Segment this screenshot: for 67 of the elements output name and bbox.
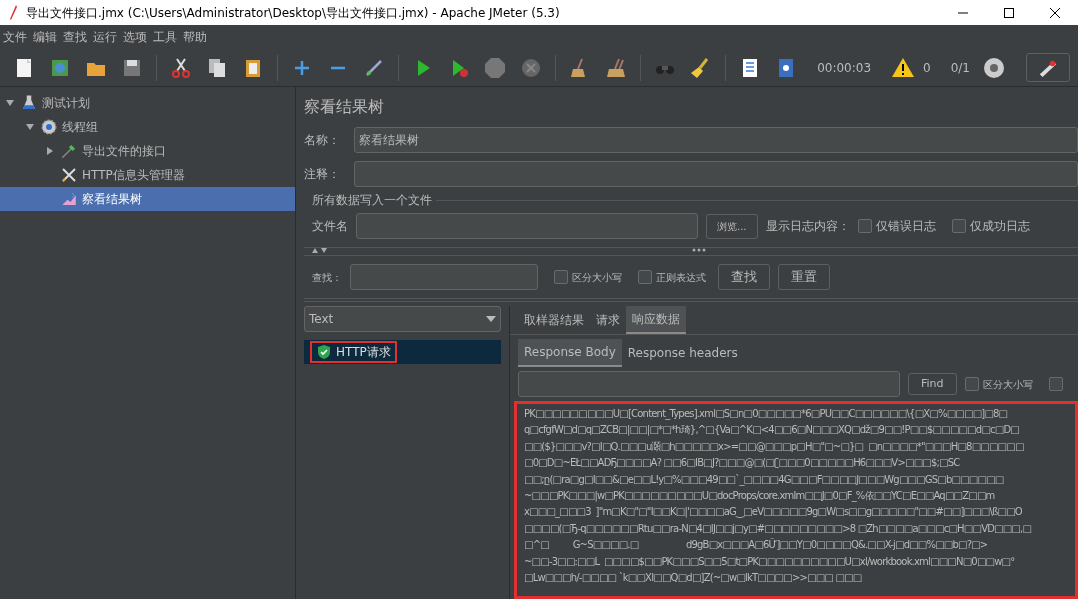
search-field[interactable] [350, 264, 538, 290]
close-icon [1050, 7, 1060, 18]
tree-item[interactable]: 测试计划 [42, 94, 90, 112]
expand-arrow-icon[interactable] [47, 147, 53, 155]
menu-item[interactable]: 编辑 [30, 28, 60, 46]
checkbox[interactable] [951, 219, 966, 233]
name-label: 名称： [304, 132, 341, 149]
menu-item[interactable]: 文件 [0, 28, 30, 46]
log-viewer-button[interactable] [1026, 53, 1070, 82]
elapsed-time: 00:00:03 [817, 59, 872, 77]
filename-label: 文件名 [312, 218, 348, 235]
renderer-dropdown[interactable]: Text [304, 306, 501, 332]
split-handle-icon[interactable] [692, 248, 706, 252]
menu-item[interactable]: 工具 [150, 28, 180, 46]
pipette-icon [60, 142, 78, 160]
checkbox-label: 正则表达式 [656, 270, 706, 285]
search-label: 查找： [312, 270, 342, 285]
name-field[interactable]: 察看结果树 [354, 127, 1078, 153]
caret-icon [486, 316, 496, 322]
menu-item[interactable]: 查找 [60, 28, 90, 46]
checkbox-label: 仅成功日志 [969, 218, 1030, 235]
checkbox-label: 区分大小写 [982, 377, 1033, 392]
menu-item[interactable]: 选项 [120, 28, 150, 46]
tree-item[interactable]: 线程组 [62, 118, 98, 136]
menu-item[interactable]: 运行 [90, 28, 120, 46]
maximize-icon [1004, 7, 1014, 18]
checkbox-label: 区分大小写 [572, 270, 622, 285]
feather-app-icon [8, 4, 18, 21]
tab[interactable]: 响应数据 [626, 306, 686, 334]
warning-count: 0 [923, 59, 931, 77]
checkbox[interactable] [964, 377, 979, 391]
reset-button[interactable]: 重置 [778, 264, 830, 290]
collapse-arrows-icon[interactable] [312, 248, 328, 253]
comment-field[interactable] [354, 161, 1078, 187]
gear-icon [40, 118, 58, 136]
tab[interactable]: 请求 [590, 306, 626, 334]
check-shield-icon [316, 344, 332, 360]
chart-icon [60, 190, 78, 208]
thread-count: 0/1 [950, 59, 970, 77]
panel-title: 察看结果树 [304, 96, 385, 118]
window-title: 导出文件接口.jmx (C:\Users\Administrator\Desktop\导出文件接口.jmx) - Apache JMeter (5.3) [26, 4, 561, 22]
find-button[interactable]: 查找 [718, 264, 770, 290]
collapse-arrow-icon[interactable] [6, 100, 14, 106]
tab[interactable]: 取样器结果 [518, 306, 590, 334]
checkbox[interactable] [554, 270, 568, 284]
checkbox-label: 仅错误日志 [875, 218, 936, 235]
tree-item[interactable]: 导出文件的接口 [82, 142, 166, 160]
checkbox[interactable] [857, 219, 872, 233]
tab[interactable]: Response headers [621, 339, 744, 367]
log-content-label: 显示日志内容： [765, 218, 850, 235]
collapse-arrow-icon[interactable] [26, 124, 34, 130]
find-button[interactable]: Find [908, 372, 957, 396]
browse-button[interactable]: 浏览... [706, 213, 758, 239]
comment-label: 注释： [304, 166, 341, 183]
checkbox[interactable] [1048, 377, 1063, 391]
stop-icon[interactable] [483, 55, 507, 80]
response-body-text: PK□□□□□□□□□U□[Content_Types].xml□S□n□0□□□□□*6□PU□□C□□□□□□\{□X□%□□□□]□8□ q□cfgfW□d□q□ZCB□|□□|□*□*h琦},^□{Va□^K□<4□□6□N□□□XQ□dž□9□□!P□□$□□□□□d□c□D□ □□($}□□□v?□I□Q.□□□u㶊□h□□□□□x>=□□@□□□p□H□"□~□}□ □n□□□□*"□□□H□8□□□□□□ □0□D□~EŁ□□ADҔ□□□□A? □□6□IB□J?□□□@□(□ʗ□□□0□□□□□H6□□□V>□□□$;□SC □□;ը(□ra□g□I□□&□e□□L!y□%□□□49□□`_□□□□4G□□□F□□□□J□□□Wg□□□GS□b□□□□□□ ~□□□PK□□□|w□PK□□□□□□□□□U□docProps/core.xmlm□□J□0□F_%依□□YC□E□□Aq□□Z□□m x□□□_□□□3 ]"m□K□"□"I□□K□|'□□□□aG‿□eV□□□□□9g□W□s□□g□□□□□"□□#□□]□□□\ß□□O □□□□(□Ђ-q□□□□□□Rtu□□ra-N□4□IJ□□j□y□#□□□□□□□□□>8 □Zh□□□□a□□□c□H□□VD□□□,□ □^□ G~S□□□□.□ d9gB□x□□□A□6Ữ]□□Y□0□□□□Q&.□□X-j□d□□%□□b□?□> ~□□-3□□:□□L □□□□$□□PK□□□S□□5□t□PK□□□□□□□□□□U□xl/workbook.xml□□□N□0□□w□° □Lw□□□h/-□□□□ `k□□XI□□Q□d□]Z(~□w□lkT□□□□>>□□□ □□□ [514, 401, 1078, 599]
flask-icon [20, 94, 38, 112]
tree-item[interactable]: HTTP信息头管理器 [82, 166, 185, 184]
tab[interactable]: Response Body [518, 339, 622, 367]
filename-field[interactable] [356, 213, 698, 239]
section-legend: 所有数据写入一个文件 [312, 191, 432, 209]
wrench-screwdriver-icon [60, 166, 78, 184]
tree-item[interactable]: 察看结果树 [82, 190, 142, 208]
menu-item[interactable]: 帮助 [180, 28, 210, 46]
find-text-field[interactable] [518, 371, 900, 397]
checkbox[interactable] [638, 270, 652, 284]
